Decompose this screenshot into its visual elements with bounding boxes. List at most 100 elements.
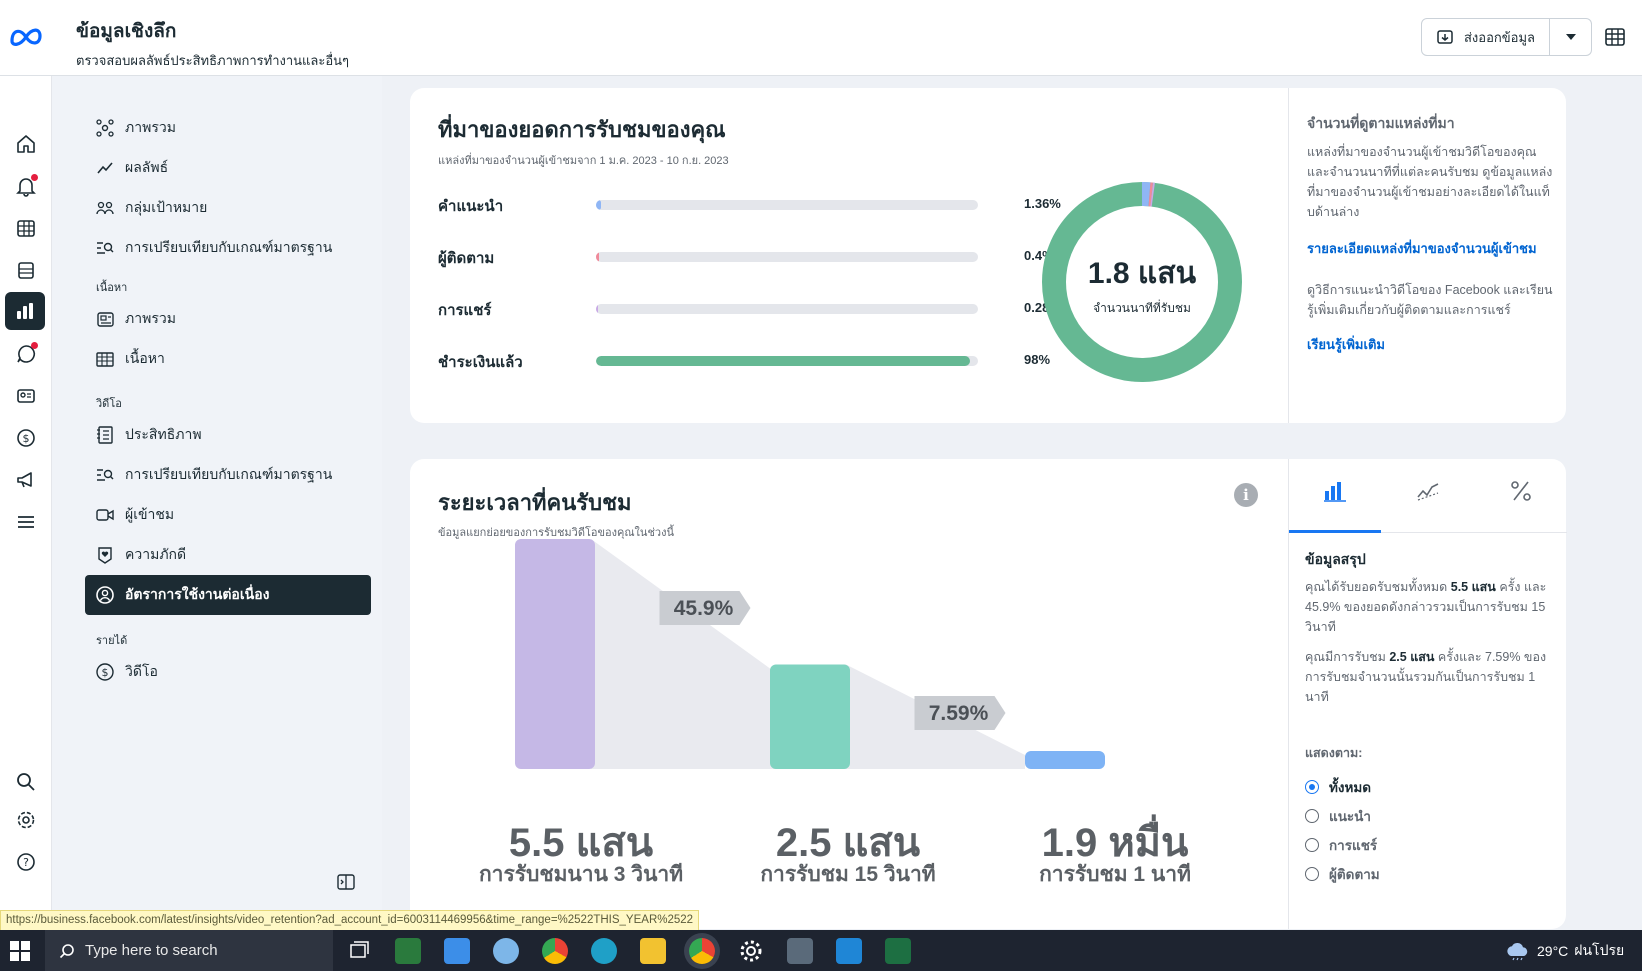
radio-shares[interactable]: การแชร์: [1305, 834, 1377, 856]
viewer-source-details-link[interactable]: รายละเอียดแหล่งที่มาของจำนวนผู้เข้าชม: [1307, 238, 1537, 259]
show-by-label: แสดงตาม:: [1305, 746, 1363, 760]
windows-start-icon[interactable]: [10, 941, 30, 961]
file-explorer-icon[interactable]: [640, 938, 666, 964]
page-title: ข้อมูลเชิงลึก: [76, 21, 177, 42]
remote-app-icon[interactable]: [787, 938, 813, 964]
taskbar-search-box[interactable]: Type here to search: [45, 930, 333, 971]
nav-label: เนื้อหา: [125, 350, 165, 366]
megaphone-icon[interactable]: [12, 466, 40, 494]
radio-all[interactable]: ทั้งหมด: [1305, 776, 1371, 798]
settings-gear-icon[interactable]: [738, 938, 764, 964]
section-income-label: รายได้: [96, 635, 128, 647]
nav-loyalty[interactable]: ความภักดี: [85, 535, 371, 575]
calendar-grid-icon[interactable]: [12, 214, 40, 242]
chrome-profile-icon[interactable]: [689, 938, 715, 964]
edge-icon[interactable]: [591, 938, 617, 964]
rain-cloud-icon: [1507, 943, 1528, 961]
weather-widget[interactable]: 29°C ฝนโปรย: [1505, 940, 1624, 962]
retention-bar: [1025, 751, 1105, 769]
svg-text:$: $: [102, 666, 109, 679]
stocks-app-icon[interactable]: [395, 938, 421, 964]
dropoff-value: 45.9%: [674, 597, 734, 620]
radio-label: ผู้ติดตาม: [1329, 867, 1380, 882]
excel-icon[interactable]: [885, 938, 911, 964]
source-fill: [596, 304, 598, 314]
vscode-icon[interactable]: [836, 938, 862, 964]
summary-text-part: คุณได้รับยอดรับชมทั้งหมด: [1305, 580, 1451, 594]
download-icon: [1437, 30, 1453, 44]
meta-logo-icon[interactable]: [8, 24, 44, 48]
tab-bar-chart[interactable]: [1289, 475, 1381, 533]
export-label: ส่งออกข้อมูล: [1464, 29, 1535, 45]
pages-icon[interactable]: [12, 256, 40, 284]
page-subtitle: ตรวจสอบผลลัพธ์ประสิทธิภาพการทำงานและอื่น…: [76, 53, 350, 68]
nav-label: ผู้เข้าชม: [125, 506, 175, 522]
search-icon[interactable]: [12, 768, 40, 796]
nav-performance[interactable]: ประสิทธิภาพ: [85, 415, 371, 455]
weather-temp: 29°C: [1537, 943, 1569, 959]
stage-label-1m: การรับชม 1 นาที: [1039, 863, 1191, 886]
side-panel-title: จำนวนที่ดูตามแหล่งที่มา: [1307, 115, 1455, 131]
summary-text-1: คุณได้รับยอดรับชมทั้งหมด 5.5 แสน ครั้ง แ…: [1305, 577, 1559, 637]
notifications-icon[interactable]: [12, 172, 40, 200]
radio-button[interactable]: [1305, 809, 1319, 823]
paint-app-icon[interactable]: [493, 938, 519, 964]
source-track: [596, 356, 978, 366]
summary-text-part: คุณมีการรับชม: [1305, 650, 1390, 664]
nav-video-benchmark[interactable]: การเปรียบเทียบกับเกณฑ์มาตรฐาน: [85, 455, 371, 495]
source-label: ชำระเงินแล้ว: [438, 354, 523, 371]
nav-content[interactable]: เนื้อหา: [85, 339, 371, 379]
radio-recommend[interactable]: แนะนำ: [1305, 805, 1371, 827]
nav-overview[interactable]: ภาพรวม: [85, 108, 371, 148]
table-view-icon[interactable]: [1603, 25, 1627, 49]
export-dropdown-button[interactable]: [1550, 18, 1592, 56]
side-panel-text-2: ดูวิธีการแนะนำวิดีโอของ Facebook และเรีย…: [1307, 283, 1553, 317]
task-view-icon[interactable]: [346, 938, 372, 964]
retention-bar: [515, 539, 595, 769]
learn-more-link[interactable]: เรียนรู้เพิ่มเติม: [1307, 334, 1385, 355]
search-icon: [59, 943, 74, 958]
help-icon[interactable]: ?: [12, 848, 40, 876]
nav-audience[interactable]: กลุ่มเป้าหมาย: [85, 188, 371, 228]
network-icon: [96, 119, 114, 137]
insights-icon[interactable]: [5, 292, 45, 330]
people-icon: [96, 201, 114, 215]
summary-text-2: คุณมีการรับชม 2.5 แสน ครั้งและ 7.59% ของ…: [1305, 647, 1559, 707]
radio-button[interactable]: [1305, 838, 1319, 852]
source-label: ผู้ติดตาม: [438, 250, 495, 267]
nav-label: ภาพรวม: [125, 310, 176, 326]
menu-icon[interactable]: [12, 508, 40, 536]
nav-viewers[interactable]: ผู้เข้าชม: [85, 495, 371, 535]
nav-income-video[interactable]: $ วิดีโอ: [85, 652, 371, 692]
messages-icon[interactable]: [12, 340, 40, 368]
source-row-shares: การแชร์ 0.28%: [438, 296, 1061, 320]
export-data-button[interactable]: ส่งออกข้อมูล: [1421, 18, 1550, 56]
tab-line-chart[interactable]: [1382, 475, 1474, 533]
radio-followers[interactable]: ผู้ติดตาม: [1305, 863, 1380, 885]
monetization-icon[interactable]: $: [12, 424, 40, 452]
benchmark-icon: [97, 242, 114, 254]
nav-label: ประสิทธิภาพ: [125, 426, 202, 442]
chrome-icon[interactable]: [542, 938, 568, 964]
section-content-label: เนื้อหา: [96, 282, 128, 294]
radio-button[interactable]: [1305, 780, 1319, 794]
user-circle-icon: [96, 586, 114, 604]
nav-content-overview[interactable]: ภาพรวม: [85, 299, 371, 339]
retention-bar: [770, 664, 850, 769]
contacts-icon[interactable]: [12, 382, 40, 410]
source-row-recommend: คำแนะนำ 1.36%: [438, 192, 1061, 216]
source-track: [596, 252, 978, 262]
home-icon[interactable]: [12, 130, 40, 158]
radio-button[interactable]: [1305, 867, 1319, 881]
nav-retention[interactable]: อัตราการใช้งานต่อเนื่อง: [85, 575, 371, 615]
nav-label: การเปรียบเทียบกับเกณฑ์มาตรฐาน: [125, 466, 333, 482]
desktop-app-icon[interactable]: [444, 938, 470, 964]
nav-results[interactable]: ผลลัพธ์: [85, 148, 371, 188]
line-chart-icon: [1417, 483, 1439, 501]
collapse-sidebar-icon[interactable]: [336, 872, 356, 892]
nav-benchmark[interactable]: การเปรียบเทียบกับเกณฑ์มาตรฐาน: [85, 228, 371, 268]
settings-gear-icon[interactable]: [12, 806, 40, 834]
title-block: ข้อมูลเชิงลึก ตรวจสอบผลลัพธ์ประสิทธิภาพก…: [76, 16, 349, 71]
taskbar-search-placeholder: Type here to search: [85, 942, 218, 959]
tab-percent[interactable]: [1475, 475, 1567, 533]
